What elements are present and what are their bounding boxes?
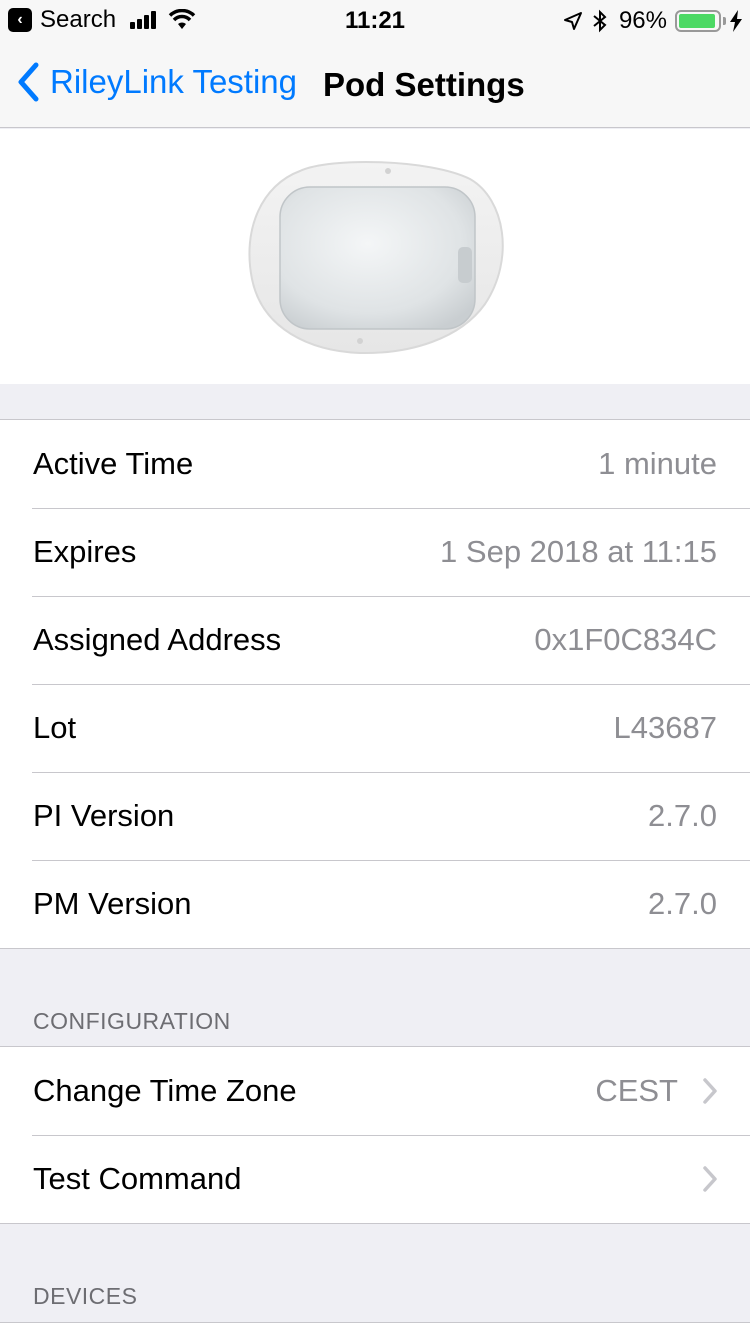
back-button-label[interactable]: RileyLink Testing (50, 63, 297, 101)
location-arrow-icon (563, 12, 582, 30)
battery-icon (675, 10, 721, 32)
section-header-devices: DEVICES (33, 1283, 138, 1309)
battery-tip (723, 17, 726, 25)
row-value: 1 minute (598, 446, 717, 481)
row-lot: Lot L43687 (0, 684, 750, 772)
pod-image-header (0, 129, 750, 384)
row-label: PM Version (33, 886, 192, 921)
back-button[interactable]: RileyLink Testing (16, 62, 297, 102)
row-pm-version: PM Version 2.7.0 (0, 860, 750, 948)
chevron-right-icon (703, 1166, 717, 1192)
battery-percentage: 96% (618, 7, 667, 34)
row-assigned-address: Assigned Address 0x1F0C834C (0, 596, 750, 684)
chevron-left-icon (18, 62, 39, 102)
battery-level-fill (679, 14, 716, 28)
row-value: L43687 (613, 710, 717, 745)
row-label: Assigned Address (33, 622, 282, 657)
row-value: 1 Sep 2018 at 11:15 (440, 534, 717, 569)
charging-bolt-icon (730, 10, 742, 32)
row-change-time-zone[interactable]: Change Time Zone CEST (0, 1047, 750, 1135)
row-label: Active Time (33, 446, 194, 481)
row-pi-version: PI Version 2.7.0 (0, 772, 750, 860)
page-title: Pod Settings (323, 66, 525, 103)
row-label: Change Time Zone (33, 1073, 297, 1108)
row-value: 2.7.0 (648, 798, 717, 833)
bluetooth-icon (593, 9, 607, 33)
row-active-time: Active Time 1 minute (0, 420, 750, 508)
row-value: 2.7.0 (648, 886, 717, 921)
row-label: Expires (33, 534, 137, 569)
devices-section (0, 1322, 750, 1334)
navigation-bar: RileyLink Testing Pod Settings (0, 40, 750, 128)
section-header-configuration: CONFIGURATION (33, 1008, 231, 1034)
chevron-right-icon (703, 1078, 717, 1104)
row-label: Lot (33, 710, 77, 745)
row-value: CEST (595, 1073, 678, 1108)
row-label: PI Version (33, 798, 175, 833)
row-label: Test Command (33, 1161, 242, 1196)
status-bar: ‹ Search 11:21 96% (0, 0, 750, 40)
row-expires: Expires 1 Sep 2018 at 11:15 (0, 508, 750, 596)
pod-info-section: Active Time 1 minute Expires 1 Sep 2018 … (0, 419, 750, 949)
pod-device-image (248, 160, 504, 355)
row-value: 0x1F0C834C (534, 622, 717, 657)
row-test-command[interactable]: Test Command (0, 1135, 750, 1223)
configuration-section: Change Time Zone CEST Test Command (0, 1046, 750, 1224)
